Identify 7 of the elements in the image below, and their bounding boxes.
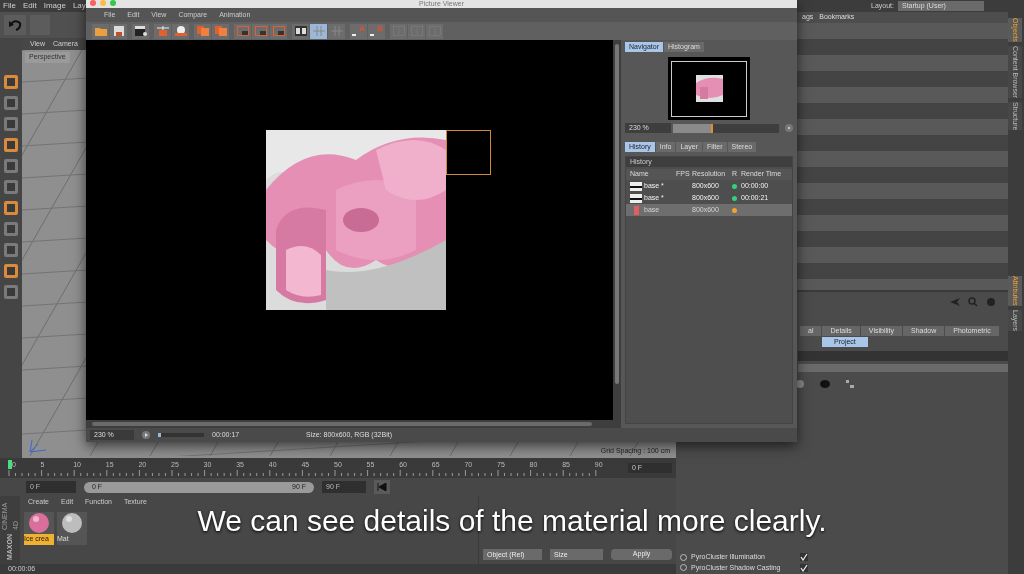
- menu-item[interactable]: Lay: [72, 0, 86, 12]
- marker-letter: B: [377, 23, 383, 33]
- menu-item[interactable]: Edit: [22, 0, 37, 12]
- menu-item[interactable]: Image: [43, 0, 66, 12]
- menu-item[interactable]: File: [3, 0, 16, 12]
- subtitle: We can see details of the material more clearly.: [197, 503, 827, 539]
- marker-letter: A: [359, 23, 365, 33]
